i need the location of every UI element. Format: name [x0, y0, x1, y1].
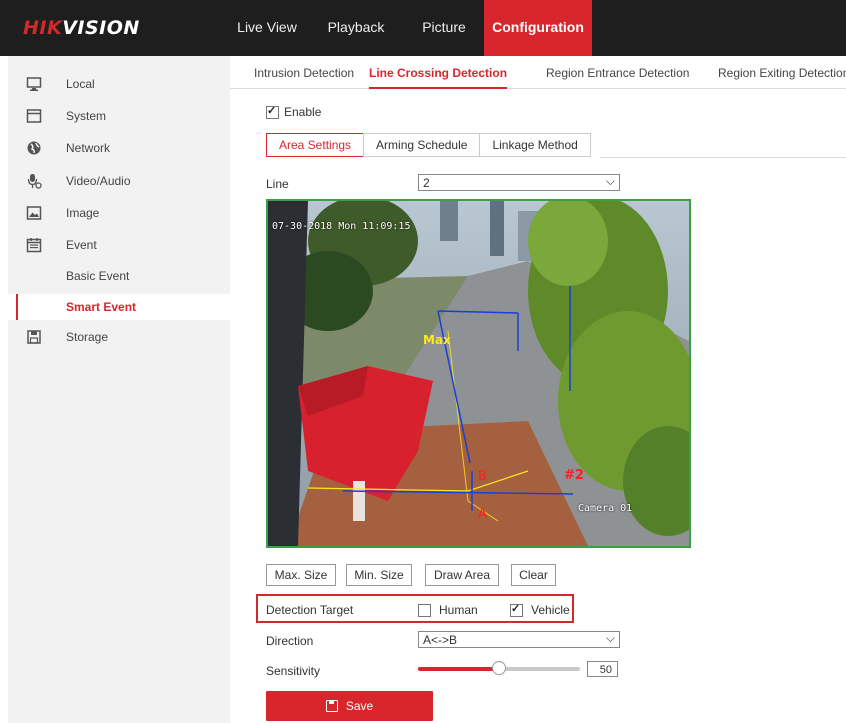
- tab-intrusion-detection[interactable]: Intrusion Detection: [254, 56, 354, 88]
- tab-region-entrance-detection[interactable]: Region Entrance Detection: [546, 56, 689, 88]
- direction-select-value: A<->B: [423, 633, 458, 647]
- calendar-icon: [26, 238, 42, 253]
- sidebar-label-system: System: [66, 109, 107, 123]
- sidebar-item-local[interactable]: Local: [8, 72, 230, 96]
- detection-target-human[interactable]: Human: [418, 603, 478, 618]
- video-preview[interactable]: 07-30-2018 Mon 11:09:15 Camera 01 B A #2…: [266, 199, 691, 548]
- sidebar-item-basic-event[interactable]: Basic Event: [8, 263, 230, 289]
- sensitivity-slider-fill: [418, 667, 499, 671]
- line-label: Line: [266, 177, 289, 191]
- human-label: Human: [439, 603, 478, 617]
- subtab-divider: [600, 157, 846, 158]
- nav-configuration[interactable]: Configuration: [484, 0, 592, 56]
- sensitivity-slider[interactable]: [418, 661, 580, 675]
- vehicle-label: Vehicle: [531, 603, 570, 617]
- subtab-linkage-method[interactable]: Linkage Method: [479, 133, 591, 157]
- vehicle-checkbox[interactable]: [510, 602, 523, 618]
- sidebar: Local System Network Video/Audio Image E…: [8, 56, 230, 723]
- max-size-button[interactable]: Max. Size: [266, 564, 336, 586]
- direction-label: Direction: [266, 634, 314, 648]
- nav-picture[interactable]: Picture: [408, 0, 480, 56]
- sensitivity-value-input[interactable]: 50: [587, 661, 618, 677]
- enable-row: Enable: [266, 104, 322, 120]
- enable-checkbox[interactable]: [266, 104, 279, 120]
- sidebar-item-storage[interactable]: Storage: [8, 325, 230, 349]
- rule-max-tag: Max: [423, 333, 451, 347]
- sidebar-label-image: Image: [66, 206, 100, 220]
- sidebar-item-smart-event[interactable]: Smart Event: [8, 294, 230, 320]
- sidebar-label-storage: Storage: [66, 330, 109, 344]
- sidebar-item-video-audio[interactable]: Video/Audio: [8, 169, 230, 193]
- sidebar-label-event: Event: [66, 238, 97, 252]
- sidebar-item-system[interactable]: System: [8, 104, 230, 128]
- save-label: Save: [345, 699, 374, 713]
- top-header: HIKVISION Live View Playback Picture Con…: [0, 0, 846, 56]
- chevron-down-icon: ⌵: [605, 174, 615, 188]
- sidebar-label-video-audio: Video/Audio: [66, 174, 131, 188]
- video-osd-camera-name: Camera 01: [578, 503, 633, 514]
- detection-tabs: Intrusion Detection Line Crossing Detect…: [230, 56, 846, 89]
- sidebar-label-local: Local: [66, 77, 95, 91]
- tab-line-crossing-detection[interactable]: Line Crossing Detection: [369, 56, 508, 89]
- microphone-icon: [27, 174, 42, 189]
- rule-line-tag: #2: [564, 468, 584, 483]
- draw-area-button[interactable]: Draw Area: [425, 564, 499, 586]
- rule-marker-a: A: [478, 507, 487, 522]
- image-icon: [26, 206, 42, 220]
- floppy-disk-icon: [27, 330, 41, 344]
- sensitivity-label: Sensitivity: [266, 664, 321, 678]
- video-osd-timestamp: 07-30-2018 Mon 11:09:15: [272, 221, 411, 232]
- sidebar-item-image[interactable]: Image: [8, 201, 230, 225]
- rule-marker-b: B: [478, 469, 487, 484]
- settings-subtabs: Area Settings Arming Schedule Linkage Me…: [266, 133, 591, 157]
- sidebar-item-network[interactable]: Network: [8, 136, 230, 160]
- min-size-button[interactable]: Min. Size: [346, 564, 412, 586]
- sidebar-label-network: Network: [66, 141, 111, 155]
- top-nav: Live View Playback Picture Configuration: [230, 0, 592, 56]
- enable-label: Enable: [284, 105, 322, 119]
- monitor-icon: [26, 77, 42, 91]
- chevron-down-icon: ⌵: [605, 631, 615, 645]
- sidebar-label-smart-event: Smart Event: [66, 300, 137, 314]
- sidebar-label-basic-event: Basic Event: [66, 269, 130, 283]
- globe-icon: [27, 141, 41, 155]
- human-checkbox[interactable]: [418, 604, 431, 618]
- detection-target-vehicle[interactable]: Vehicle: [510, 602, 570, 618]
- hikvision-logo: HIKVISION: [23, 17, 140, 39]
- nav-playback[interactable]: Playback: [304, 0, 408, 56]
- sidebar-item-event[interactable]: Event: [8, 233, 230, 257]
- tab-region-exiting-detection[interactable]: Region Exiting Detection: [718, 56, 846, 88]
- sensitivity-slider-thumb[interactable]: [492, 661, 506, 675]
- subtab-arming-schedule[interactable]: Arming Schedule: [363, 133, 481, 157]
- direction-select[interactable]: A<->B ⌵: [418, 631, 620, 648]
- nav-live-view[interactable]: Live View: [230, 0, 304, 56]
- detection-target-label: Detection Target: [266, 603, 354, 617]
- system-window-icon: [26, 109, 42, 123]
- subtab-area-settings[interactable]: Area Settings: [266, 133, 365, 157]
- clear-button[interactable]: Clear: [511, 564, 556, 586]
- save-disk-icon: [325, 700, 338, 712]
- line-select-value: 2: [423, 176, 430, 190]
- line-select[interactable]: 2 ⌵: [418, 174, 620, 191]
- save-button[interactable]: Save: [266, 691, 433, 721]
- camera-scene: [268, 201, 689, 546]
